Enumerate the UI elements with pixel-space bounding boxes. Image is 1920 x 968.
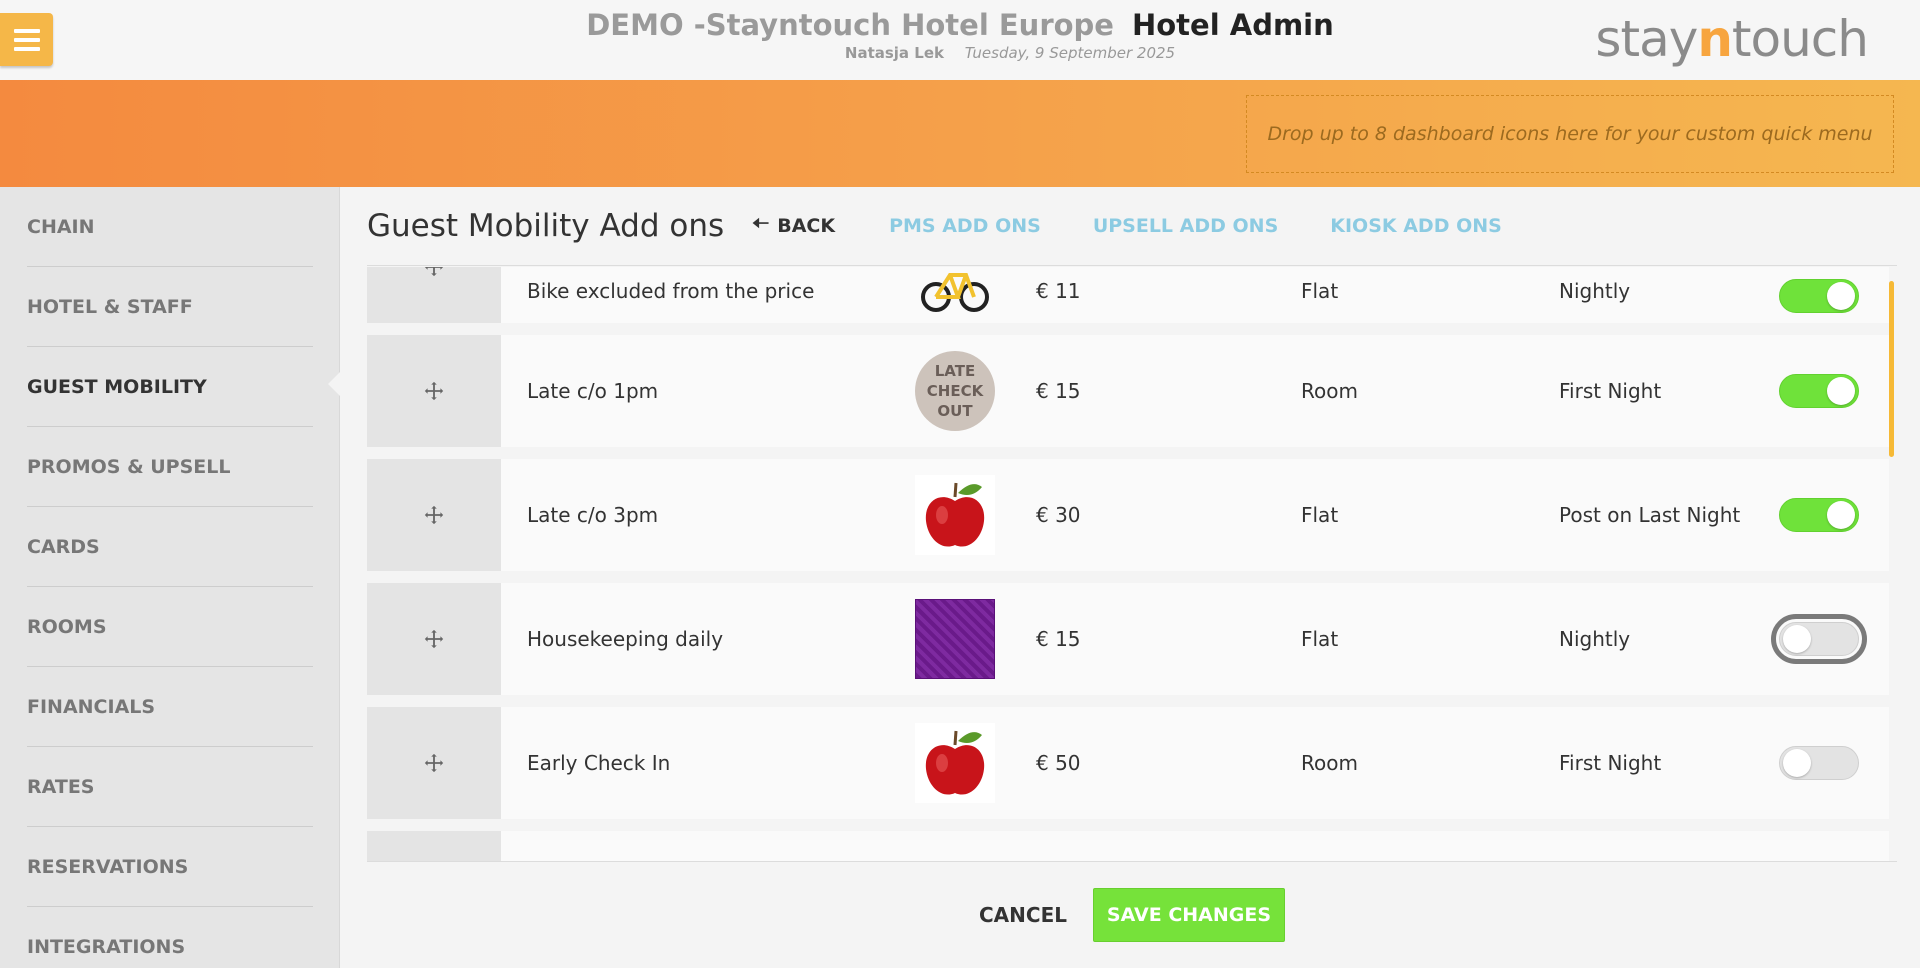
drag-handle[interactable] — [367, 707, 501, 819]
cancel-button[interactable]: CANCEL — [979, 893, 1067, 937]
sidebar-item-reservations[interactable]: RESERVATIONS — [27, 827, 313, 907]
purple-textile-image — [915, 599, 995, 679]
table-row — [367, 831, 1889, 861]
move-icon — [424, 505, 444, 525]
addon-price: € 30 — [1036, 503, 1081, 527]
tab-pms-add-ons[interactable]: PMS ADD ONS — [889, 215, 1041, 237]
drag-handle[interactable] — [367, 831, 501, 861]
table-row: Bike excluded from the price € 11 Flat N… — [367, 267, 1889, 323]
addon-name: Bike excluded from the price — [527, 279, 815, 303]
page-header: Guest Mobility Add ons 🠠 BACK PMS ADD ON… — [367, 187, 1897, 266]
sidebar-item-guest-mobility[interactable]: GUEST MOBILITY — [27, 347, 313, 427]
main-content: Guest Mobility Add ons 🠠 BACK PMS ADD ON… — [341, 187, 1920, 968]
table-row: Late c/o 3pm € 30 Flat Post on Last Nigh… — [367, 459, 1889, 571]
quick-menu-drop-zone[interactable]: Drop up to 8 dashboard icons here for yo… — [1246, 95, 1894, 173]
table-row: Late c/o 1pm LATE CHECK OUT € 15 Room Fi… — [367, 335, 1889, 447]
save-changes-button[interactable]: SAVE CHANGES — [1092, 888, 1285, 942]
page-title: Guest Mobility Add ons — [367, 208, 725, 244]
bicycle-image — [915, 267, 995, 323]
addon-price: € 50 — [1036, 751, 1081, 775]
addon-active-toggle[interactable] — [1779, 279, 1859, 313]
sidebar-item-cards[interactable]: CARDS — [27, 507, 313, 587]
addons-list: Bike excluded from the price € 11 Flat N… — [367, 267, 1889, 861]
late-checkout-image: LATE CHECK OUT — [915, 351, 995, 431]
addon-price: € 11 — [1036, 279, 1081, 303]
drag-handle[interactable] — [367, 583, 501, 695]
drag-handle[interactable] — [367, 335, 501, 447]
addon-name: Late c/o 1pm — [527, 379, 659, 403]
addon-post-type: Nightly — [1559, 279, 1631, 303]
back-button[interactable]: 🠠 BACK — [752, 209, 835, 243]
sidebar-item-integrations[interactable]: INTEGRATIONS — [27, 907, 313, 968]
toggle-knob — [1827, 501, 1855, 529]
user-name: Natasja Lek — [844, 44, 944, 62]
sidebar-item-hotel-staff[interactable]: HOTEL & STAFF — [27, 267, 313, 347]
hotel-name: DEMO -Stayntouch Hotel Europe — [586, 8, 1114, 42]
arrow-left-icon: 🠠 — [752, 211, 770, 235]
apple-image — [915, 723, 995, 803]
stayntouch-logo: stayntouch — [1595, 10, 1869, 68]
move-icon — [424, 629, 444, 649]
addon-price: € 15 — [1036, 627, 1081, 651]
move-icon — [424, 753, 444, 773]
table-row: Early Check In € 50 Room First Night — [367, 707, 1889, 819]
business-date: Tuesday, 9 September 2025 — [964, 44, 1176, 62]
app-name: Hotel Admin — [1131, 8, 1334, 42]
drag-handle[interactable] — [367, 459, 501, 571]
sidebar-item-rates[interactable]: RATES — [27, 747, 313, 827]
addon-name: Early Check In — [527, 751, 671, 775]
addon-active-toggle[interactable] — [1779, 374, 1859, 408]
toggle-knob — [1783, 749, 1811, 777]
addon-post-type: Nightly — [1559, 627, 1631, 651]
drag-handle[interactable] — [367, 267, 501, 323]
apple-image — [915, 475, 995, 555]
toggle-knob — [1827, 377, 1855, 405]
addon-name: Housekeeping daily — [527, 627, 724, 651]
active-nav-pointer — [328, 372, 340, 396]
addon-post-type: First Night — [1559, 379, 1662, 403]
addon-amount-type: Room — [1301, 379, 1358, 403]
form-footer: CANCEL SAVE CHANGES — [367, 861, 1897, 968]
list-scrollbar[interactable] — [1889, 281, 1894, 457]
sidebar-item-chain[interactable]: CHAIN — [27, 187, 313, 267]
quick-menu-bar: Drop up to 8 dashboard icons here for yo… — [0, 80, 1920, 187]
move-icon — [424, 381, 444, 401]
toggle-knob — [1783, 625, 1811, 653]
addon-price: € 15 — [1036, 379, 1081, 403]
addon-active-toggle[interactable] — [1779, 746, 1859, 780]
tab-upsell-add-ons[interactable]: UPSELL ADD ONS — [1093, 215, 1278, 237]
addon-amount-type: Flat — [1301, 279, 1339, 303]
addon-amount-type: Room — [1301, 751, 1358, 775]
addon-post-type: Post on Last Night — [1559, 503, 1741, 527]
sidebar-item-rooms[interactable]: ROOMS — [27, 587, 313, 667]
addon-active-toggle[interactable] — [1771, 614, 1867, 664]
sidebar-item-financials[interactable]: FINANCIALS — [27, 667, 313, 747]
sidebar-item-promos-upsell[interactable]: PROMOS & UPSELL — [27, 427, 313, 507]
addon-post-type: First Night — [1559, 751, 1662, 775]
back-label: BACK — [777, 215, 836, 237]
move-icon — [424, 267, 444, 277]
addon-amount-type: Flat — [1301, 627, 1339, 651]
tab-kiosk-add-ons[interactable]: KIOSK ADD ONS — [1330, 215, 1502, 237]
table-row: Housekeeping daily € 15 Flat Nightly — [367, 583, 1889, 695]
addon-name: Late c/o 3pm — [527, 503, 659, 527]
sidebar-nav: CHAIN HOTEL & STAFF GUEST MOBILITY PROMO… — [0, 187, 340, 968]
toggle-knob — [1827, 282, 1855, 310]
addon-amount-type: Flat — [1301, 503, 1339, 527]
addon-active-toggle[interactable] — [1779, 498, 1859, 532]
app-header: DEMO -Stayntouch Hotel Europe Hotel Admin… — [0, 0, 1920, 80]
